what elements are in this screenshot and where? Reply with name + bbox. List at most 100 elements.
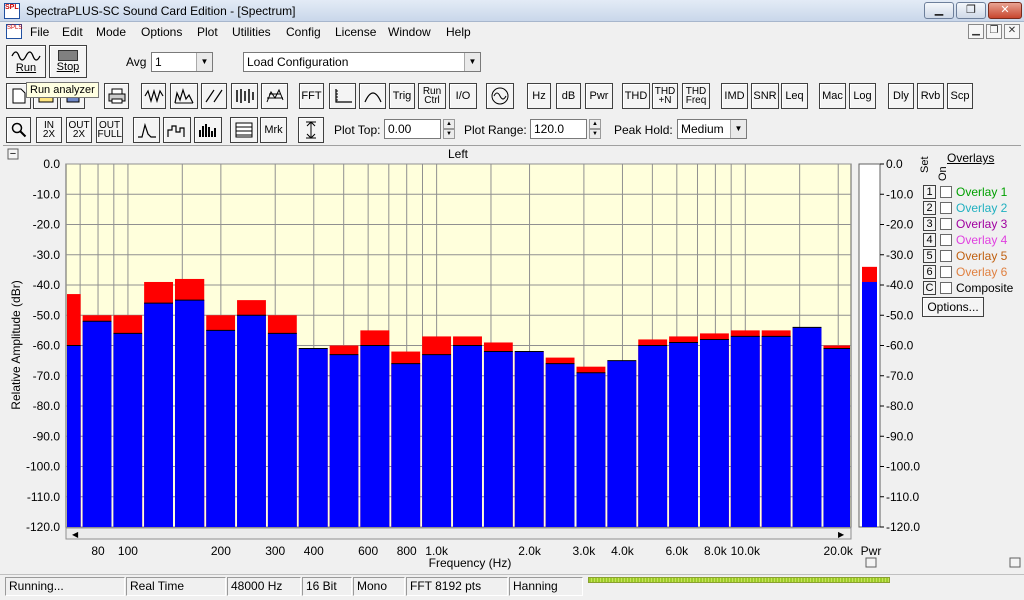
plot-top-label: Plot Top: (334, 123, 381, 137)
plot-range-label: Plot Range: (464, 123, 527, 137)
plot-area (3, 145, 1021, 572)
overlay-set-button[interactable]: 3 (923, 217, 936, 231)
mac-button[interactable]: Mac (819, 83, 846, 109)
3d-surface-button[interactable] (261, 83, 288, 109)
plot-range-value: 120.0 (534, 122, 565, 136)
plot-top-up-icon[interactable]: ▲ (443, 119, 455, 129)
overlay-checkbox[interactable] (940, 202, 952, 214)
tooltip: Run analyzer (26, 82, 99, 98)
menu-mode[interactable]: Mode (96, 25, 126, 39)
hz-button[interactable]: Hz (527, 83, 551, 109)
weighting-button[interactable] (359, 83, 386, 109)
zoom-in-2x-button[interactable]: IN 2X (36, 117, 62, 143)
signal-generator-icon (491, 87, 509, 105)
config-dropdown-icon[interactable]: ▼ (464, 53, 480, 71)
print-button[interactable] (104, 83, 129, 109)
menu-edit[interactable]: Edit (62, 25, 83, 39)
snr-button[interactable]: SNR (751, 83, 779, 109)
table-view-button[interactable] (230, 117, 258, 143)
trig-button[interactable]: Trig (389, 83, 415, 109)
plot-top-down-icon[interactable]: ▼ (443, 129, 455, 139)
spectrum-button[interactable] (170, 83, 198, 109)
stop-button[interactable]: Stop (49, 45, 87, 78)
zoom-out-2x-button[interactable]: OUT 2X (66, 117, 92, 143)
pwr-button[interactable]: Pwr (585, 83, 613, 109)
overlay-options-button[interactable]: Options... (922, 297, 984, 317)
imd-button[interactable]: IMD (721, 83, 748, 109)
mdi-minimize-button[interactable]: ▁ (968, 24, 984, 39)
bar-plot-button[interactable] (194, 117, 222, 143)
step-plot-button[interactable] (163, 117, 191, 143)
autoscale-button[interactable] (298, 117, 324, 143)
overlay-set-button[interactable]: 1 (923, 185, 936, 199)
thd-button[interactable]: THD (622, 83, 650, 109)
menu-license[interactable]: License (335, 25, 376, 39)
log-button[interactable]: Log (849, 83, 876, 109)
plot-range-down-icon[interactable]: ▼ (589, 129, 601, 139)
overlay-checkbox[interactable] (940, 234, 952, 246)
rvb-button[interactable]: Rvb (917, 83, 944, 109)
overlay-set-button[interactable]: 2 (923, 201, 936, 215)
overlay-set-button[interactable]: 5 (923, 249, 936, 263)
zoom-out-full-button[interactable]: OUT FULL (96, 117, 123, 143)
menu-plot[interactable]: Plot (197, 25, 218, 39)
leq-button[interactable]: Leq (781, 83, 808, 109)
signal-generator-button[interactable] (486, 83, 514, 109)
new-file-icon (12, 88, 25, 104)
app-icon[interactable]: SPLS (4, 3, 20, 19)
menu-utilities[interactable]: Utilities (232, 25, 271, 39)
run-ctrl-button[interactable]: Run Ctrl (418, 83, 446, 109)
io-button[interactable]: I/O (449, 83, 477, 109)
plot-top-input[interactable]: 0.00 (384, 119, 441, 139)
db-button[interactable]: dB (556, 83, 581, 109)
thd-freq-button-label: THD Freq (685, 86, 707, 106)
spectrogram-button[interactable] (231, 83, 258, 109)
menu-help[interactable]: Help (446, 25, 471, 39)
overlay-set-button[interactable]: C (923, 281, 936, 295)
restore-button[interactable]: ❐ (956, 2, 986, 19)
menu-options[interactable]: Options (141, 25, 182, 39)
document-icon[interactable]: SPLS (6, 24, 22, 39)
thd-freq-button[interactable]: THD Freq (682, 83, 710, 109)
close-button[interactable]: ✕ (988, 2, 1022, 19)
rvb-button-label: Rvb (920, 90, 941, 102)
thd-button-label: THD (624, 90, 648, 102)
run-ctrl-button-label: Run Ctrl (422, 86, 442, 106)
config-select[interactable]: Load Configuration (243, 52, 481, 72)
menu-window[interactable]: Window (388, 25, 431, 39)
mdi-restore-button[interactable]: ❐ (986, 24, 1002, 39)
overlay-checkbox[interactable] (940, 186, 952, 198)
status-channels: Mono (353, 577, 405, 596)
peak-hold-label: Peak Hold: (614, 123, 673, 137)
fft-button[interactable]: FFT (299, 83, 324, 109)
overlay-checkbox[interactable] (940, 218, 952, 230)
phase-icon (205, 89, 223, 103)
avg-dropdown-icon[interactable]: ▼ (196, 53, 212, 71)
mrk-button[interactable]: Mrk (260, 117, 287, 143)
plot-range-input[interactable]: 120.0 (530, 119, 587, 139)
menu-file[interactable]: File (30, 25, 49, 39)
mdi-close-button[interactable]: ✕ (1004, 24, 1020, 39)
plot-range-up-icon[interactable]: ▲ (589, 119, 601, 129)
axis-settings-button[interactable] (329, 83, 356, 109)
zoom-button[interactable] (6, 117, 31, 143)
overlays-title: Overlays (947, 151, 995, 165)
minimize-button[interactable]: ▁ (924, 2, 954, 19)
peak-hold-dropdown-icon[interactable]: ▼ (730, 120, 746, 138)
overlay-set-button[interactable]: 6 (923, 265, 936, 279)
overlay-set-button[interactable]: 4 (923, 233, 936, 247)
time-series-button[interactable] (141, 83, 166, 109)
menu-config[interactable]: Config (286, 25, 321, 39)
scp-button[interactable]: Scp (947, 83, 973, 109)
zoom-out-full-label: OUT FULL (97, 120, 122, 140)
overlay-checkbox[interactable] (940, 266, 952, 278)
mrk-button-label: Mrk (264, 124, 283, 136)
phase-button[interactable] (201, 83, 227, 109)
run-button[interactable]: Run (6, 45, 46, 78)
overlay-checkbox[interactable] (940, 282, 952, 294)
line-plot-button[interactable] (133, 117, 160, 143)
overlay-checkbox[interactable] (940, 250, 952, 262)
mac-button-label: Mac (822, 90, 843, 102)
thd-n-button[interactable]: THD +N (652, 83, 678, 109)
dly-button[interactable]: Dly (888, 83, 914, 109)
